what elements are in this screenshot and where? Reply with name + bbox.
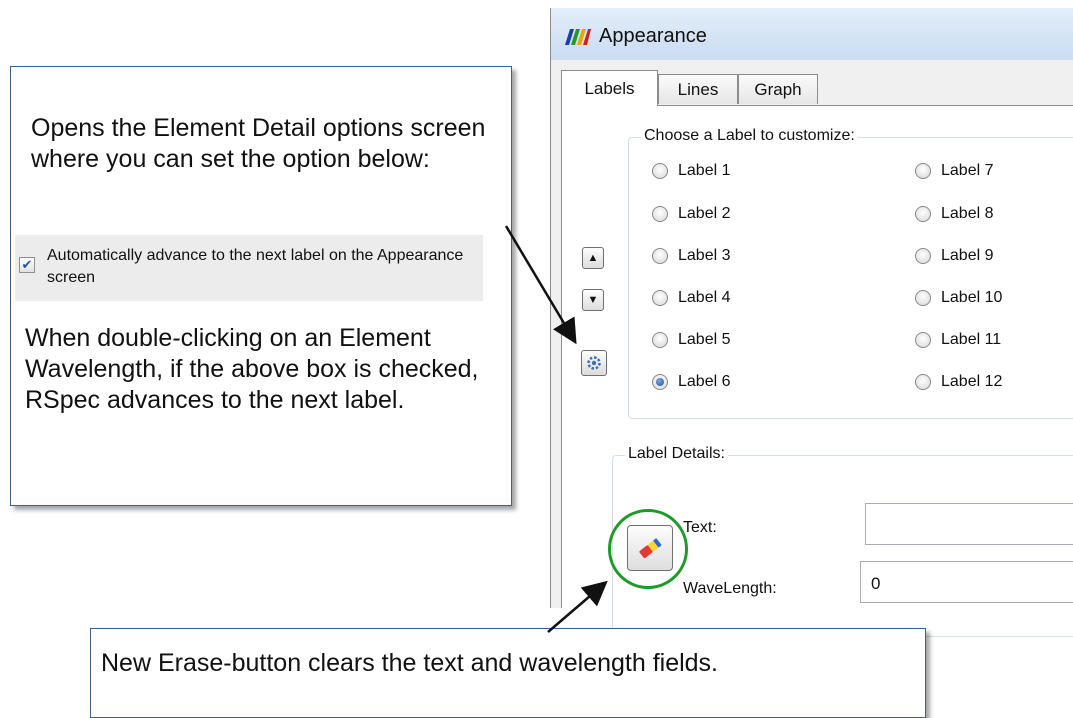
annotation-arrows xyxy=(504,225,608,633)
arrow-to-erase-button xyxy=(547,580,608,633)
arrow-to-detail-button xyxy=(504,225,577,345)
tab-labels[interactable]: Labels xyxy=(561,70,658,106)
